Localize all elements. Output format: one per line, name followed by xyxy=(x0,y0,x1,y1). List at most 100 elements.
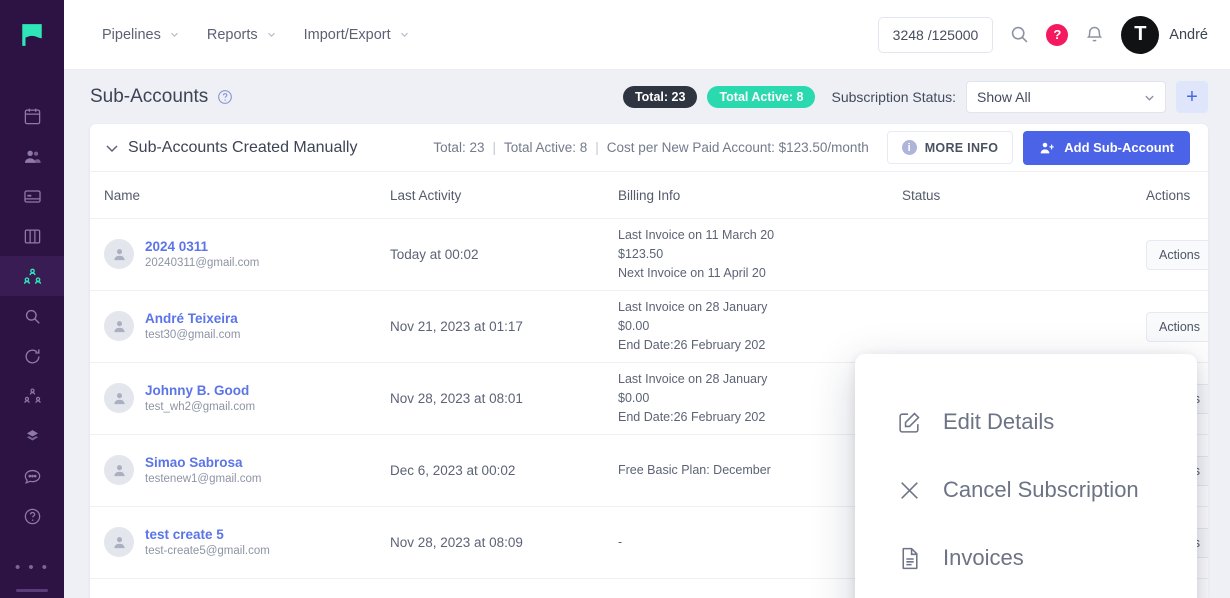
collapse-toggle[interactable] xyxy=(104,140,120,156)
actions-context-menu[interactable]: Edit Details Cancel Subscription Invoice… xyxy=(855,354,1197,598)
row-actions-button[interactable]: Actions xyxy=(1146,239,1208,270)
person: Johnny B. Good test_wh2@gmail.com xyxy=(104,382,382,416)
card-stat-total: Total: 23 xyxy=(433,140,485,155)
page-header-right: Total: 23 Total Active: 8 Subscription S… xyxy=(622,81,1208,113)
billing-line: Last Invoice on 28 January xyxy=(618,300,768,315)
account-name-link[interactable]: Johnny B. Good xyxy=(145,382,255,400)
menu-item-impersonate[interactable]: Impersonate xyxy=(855,592,1197,598)
badge-total: Total: 23 xyxy=(622,86,698,108)
app-logo[interactable] xyxy=(0,0,64,70)
sidebar-item-team[interactable] xyxy=(0,376,64,416)
integrations-icon xyxy=(26,429,38,440)
person: 2024 0311 20240311@gmail.com xyxy=(104,238,382,272)
avatar xyxy=(104,527,134,558)
sync-icon xyxy=(25,348,40,364)
card-stat-active: Total Active: 8 xyxy=(503,140,588,155)
cell-name: test create 5 test-create5@gmail.com xyxy=(90,506,390,579)
sidebar-item-help[interactable] xyxy=(0,496,64,536)
page-title: Sub-Accounts xyxy=(90,86,209,107)
account-email: 20240311@gmail.com xyxy=(145,256,260,269)
table-header-row: Name Last Activity Billing Info Status A… xyxy=(90,172,1208,219)
cell-actions: Actions xyxy=(1132,218,1208,291)
more-info-button[interactable]: i MORE INFO xyxy=(886,131,1014,164)
subscription-status-label: Subscription Status: xyxy=(831,89,956,105)
account-name-link[interactable]: test create 5 xyxy=(145,526,270,544)
add-sub-account-button[interactable]: Add Sub-Account xyxy=(1023,130,1190,165)
last-activity-value: Nov 28, 2023 at 08:09 xyxy=(390,534,523,550)
person: test create 5 test-create5@gmail.com xyxy=(104,526,382,560)
nav-item-pipelines[interactable]: Pipelines xyxy=(90,19,191,51)
top-bar: Pipelines Reports Import/Export 3248 /12… xyxy=(64,0,1230,70)
calendar-icon xyxy=(24,108,40,124)
cell-name: Simao Sabrosa testenew1@gmail.com xyxy=(90,434,390,507)
menu-item-edit-details[interactable]: Edit Details xyxy=(855,388,1197,456)
sidebar-item-integrations[interactable] xyxy=(0,416,64,456)
sidebar-home-indicator xyxy=(16,589,48,592)
avatar xyxy=(104,311,134,342)
person-text: André Teixeira test30@gmail.com xyxy=(145,310,240,344)
user-menu[interactable]: T André xyxy=(1121,15,1208,54)
sidebar-item-sync[interactable] xyxy=(0,336,64,376)
search-icon xyxy=(1012,26,1028,43)
cell-status xyxy=(902,218,1132,291)
billing-line: End Date:26 February 202 xyxy=(618,337,766,352)
billing-line: $0.00 xyxy=(618,319,650,334)
sidebar-more-button[interactable]: • • • xyxy=(0,559,64,576)
document-icon xyxy=(897,546,923,571)
menu-item-label: Cancel Subscription xyxy=(943,477,1139,502)
account-email: testenew1@gmail.com xyxy=(145,472,262,485)
menu-item-invoices[interactable]: Invoices xyxy=(855,524,1197,592)
top-bar-right: 3248 /125000 ? T André xyxy=(877,15,1208,54)
last-activity-value: Nov 21, 2023 at 01:17 xyxy=(390,318,523,334)
chevron-down-icon xyxy=(1145,95,1154,101)
cell-billing-info: Last Invoice on 28 January $0.00 End Date:… xyxy=(618,290,902,363)
person-text: Simao Sabrosa testenew1@gmail.com xyxy=(145,454,262,488)
sidebar-item-inbox[interactable] xyxy=(0,176,64,216)
menu-item-label: Edit Details xyxy=(943,409,1055,434)
search-button[interactable] xyxy=(1009,24,1030,45)
sidebar-item-chat[interactable] xyxy=(0,456,64,496)
cell-name: 2024 0311 20240311@gmail.com xyxy=(90,218,390,291)
column-header-last-activity: Last Activity xyxy=(390,172,618,219)
sidebar-item-pipelines[interactable] xyxy=(0,216,64,256)
card-stat-cost: Cost per New Paid Account: $123.50/month xyxy=(606,140,869,155)
page-title-help-button[interactable] xyxy=(217,89,233,105)
account-name-link[interactable]: André Teixeira xyxy=(145,310,240,328)
card-title: Sub-Accounts Created Manually xyxy=(128,138,358,156)
cell-last-activity: Today at 00:02 xyxy=(390,218,618,291)
chevron-down-icon xyxy=(400,32,408,37)
sidebar-item-sub-accounts[interactable] xyxy=(0,256,64,296)
billing-line: $0.00 xyxy=(618,391,650,406)
avatar xyxy=(104,239,134,270)
chevron-down-icon xyxy=(267,32,275,37)
add-button[interactable]: + xyxy=(1176,81,1208,113)
notifications-button[interactable] xyxy=(1084,24,1105,45)
nav-item-import-export[interactable]: Import/Export xyxy=(292,19,421,51)
subscription-status-select[interactable]: Show All xyxy=(966,81,1166,113)
subscription-status-value: Show All xyxy=(977,89,1031,105)
chevron-down-icon xyxy=(106,144,118,152)
last-activity-value: Today at 00:02 xyxy=(390,246,479,262)
help-button[interactable]: ? xyxy=(1046,23,1069,46)
billing-line: Last Invoice on 11 March 20 xyxy=(618,228,775,243)
billing-line: - xyxy=(618,535,623,550)
more-info-label: MORE INFO xyxy=(924,140,999,155)
avatar xyxy=(104,383,134,414)
question-circle-icon xyxy=(218,90,233,104)
credits-counter[interactable]: 3248 /125000 xyxy=(877,16,994,53)
account-name-link[interactable]: Simao Sabrosa xyxy=(145,454,262,472)
top-nav: Pipelines Reports Import/Export xyxy=(90,19,421,51)
row-actions-button[interactable]: Actions xyxy=(1146,311,1208,342)
account-name-link[interactable]: 2024 0311 xyxy=(145,238,259,256)
menu-item-cancel-subscription[interactable]: Cancel Subscription xyxy=(855,456,1197,524)
cell-name: Johnny B. Good test_wh2@gmail.com xyxy=(90,362,390,435)
sidebar-item-search[interactable] xyxy=(0,296,64,336)
sidebar-item-contacts[interactable] xyxy=(0,136,64,176)
sidebar-item-calendar[interactable] xyxy=(0,96,64,136)
table-head: Name Last Activity Billing Info Status A… xyxy=(90,172,1208,219)
nav-item-reports[interactable]: Reports xyxy=(195,19,288,51)
page-header: Sub-Accounts Total: 23 Total Active: 8 S… xyxy=(64,70,1230,124)
stat-separator: | xyxy=(492,140,496,155)
person-text: test create 5 test-create5@gmail.com xyxy=(145,526,270,560)
account-email: test-create5@gmail.com xyxy=(145,544,270,557)
